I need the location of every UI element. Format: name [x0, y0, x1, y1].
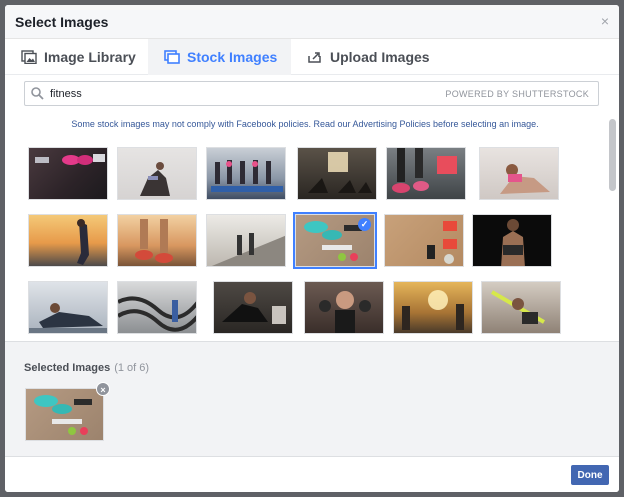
thumbnail-image — [135, 219, 173, 263]
stock-thumbnail-selected[interactable]: ✓ — [293, 212, 377, 269]
stock-thumbnail[interactable] — [213, 281, 293, 334]
tab-label: Upload Images — [330, 49, 430, 65]
stock-thumbnail[interactable] — [117, 214, 197, 267]
stock-images-icon — [164, 50, 180, 64]
thumbnail-image — [500, 164, 550, 194]
results-scrollbar[interactable] — [609, 119, 616, 191]
thumbnail-image — [427, 221, 457, 264]
stock-thumbnail[interactable] — [206, 214, 286, 267]
thumbnail-image — [118, 296, 196, 332]
stock-thumbnail[interactable] — [117, 281, 197, 334]
dialog-footer: Done — [5, 457, 619, 492]
thumbnail-image — [501, 219, 525, 266]
thumbnail-image — [402, 290, 464, 330]
stock-thumbnail[interactable] — [28, 214, 108, 267]
thumbnail-image — [319, 291, 371, 333]
thumbnail-image — [211, 233, 285, 266]
thumbnail-image — [29, 303, 107, 333]
stock-thumbnail[interactable] — [479, 147, 559, 200]
search-input[interactable] — [50, 85, 430, 103]
upload-icon — [308, 52, 321, 63]
selected-check-icon: ✓ — [358, 218, 371, 231]
image-library-icon — [21, 50, 37, 64]
stock-thumbnail[interactable] — [386, 147, 466, 200]
tab-image-library[interactable]: Image Library — [5, 39, 148, 75]
powered-by-label: POWERED BY SHUTTERSTOCK — [445, 89, 589, 99]
stock-thumbnail[interactable] — [206, 147, 286, 200]
selected-images-heading: Selected Images (1 of 6) — [24, 362, 149, 374]
select-images-dialog: Select Images × Image Library Stock Imag… — [5, 5, 619, 492]
thumbnail-image — [77, 219, 89, 265]
stock-thumbnail[interactable] — [472, 214, 552, 267]
dialog-header: Select Images × — [5, 5, 619, 39]
stock-thumbnail[interactable] — [297, 147, 377, 200]
stock-thumbnail[interactable] — [481, 281, 561, 334]
done-button[interactable]: Done — [571, 465, 609, 485]
tab-bar: Image Library Stock Images Upload Images — [5, 39, 619, 75]
search-box: POWERED BY SHUTTERSTOCK — [24, 81, 599, 106]
thumbnail-image — [222, 292, 286, 324]
thumbnail-image — [35, 154, 105, 165]
search-icon — [31, 87, 44, 100]
stock-thumbnail[interactable] — [384, 214, 464, 267]
stock-thumbnail[interactable] — [28, 281, 108, 334]
tab-label: Image Library — [44, 49, 136, 65]
stock-thumbnail[interactable] — [304, 281, 384, 334]
stock-thumbnail[interactable] — [393, 281, 473, 334]
tab-upload-images[interactable]: Upload Images — [291, 39, 434, 75]
thumbnail-image — [308, 152, 372, 193]
tab-stock-images[interactable]: Stock Images — [148, 39, 291, 75]
stock-thumbnail[interactable] — [117, 147, 197, 200]
selected-images-count: (1 of 6) — [114, 362, 150, 374]
dialog-title: Select Images — [15, 14, 109, 30]
selected-images-panel: Selected Images (1 of 6) × — [5, 342, 619, 457]
stock-image-results[interactable]: Some stock images may not comply with Fa… — [5, 113, 619, 342]
thumbnail-image — [490, 290, 545, 324]
remove-selected-icon[interactable]: × — [96, 382, 110, 396]
stock-thumbnail[interactable] — [28, 147, 108, 200]
selected-image-thumbnail[interactable] — [25, 388, 104, 441]
thumbnail-image — [392, 148, 457, 193]
policy-notice: Some stock images may not comply with Fa… — [71, 119, 539, 129]
selected-images-title: Selected Images — [24, 362, 111, 374]
thumbnail-image — [34, 395, 92, 435]
tab-label: Stock Images — [187, 49, 278, 65]
thumbnail-image — [140, 162, 170, 196]
thumbnail-image — [211, 160, 283, 192]
close-icon[interactable]: × — [601, 13, 609, 29]
